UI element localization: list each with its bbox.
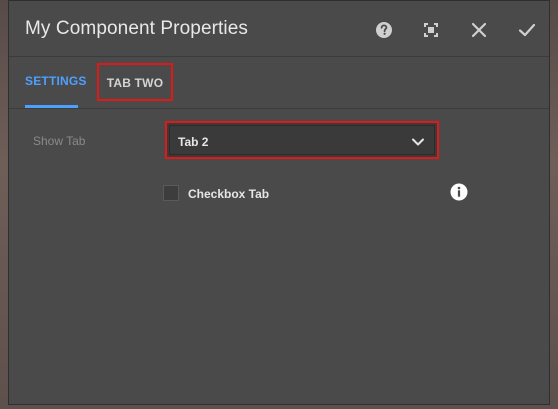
tab-bar: SETTINGS TAB TWO [9, 57, 549, 109]
select-field: Tab 2 [169, 125, 435, 155]
checkbox-tab-label: Checkbox Tab [188, 187, 270, 201]
help-icon[interactable] [373, 19, 395, 41]
component-properties-dialog: My Component Properties SETTINGS TAB TWO… [8, 0, 550, 405]
show-tab-select[interactable]: Tab 2 [165, 121, 439, 159]
tab-two[interactable]: TAB TWO [97, 63, 173, 101]
info-icon[interactable] [450, 183, 468, 201]
fullscreen-icon[interactable] [420, 19, 442, 41]
checkmark-icon[interactable] [516, 19, 538, 41]
chevron-down-icon [411, 135, 425, 154]
dialog-title: My Component Properties [25, 18, 249, 39]
select-value: Tab 2 [178, 135, 209, 149]
dialog-header: My Component Properties [9, 1, 549, 57]
close-icon[interactable] [468, 19, 490, 41]
tab-settings[interactable]: SETTINGS [25, 57, 86, 108]
show-tab-label: Show Tab [33, 134, 86, 148]
checkbox-tab-checkbox[interactable] [163, 185, 179, 201]
